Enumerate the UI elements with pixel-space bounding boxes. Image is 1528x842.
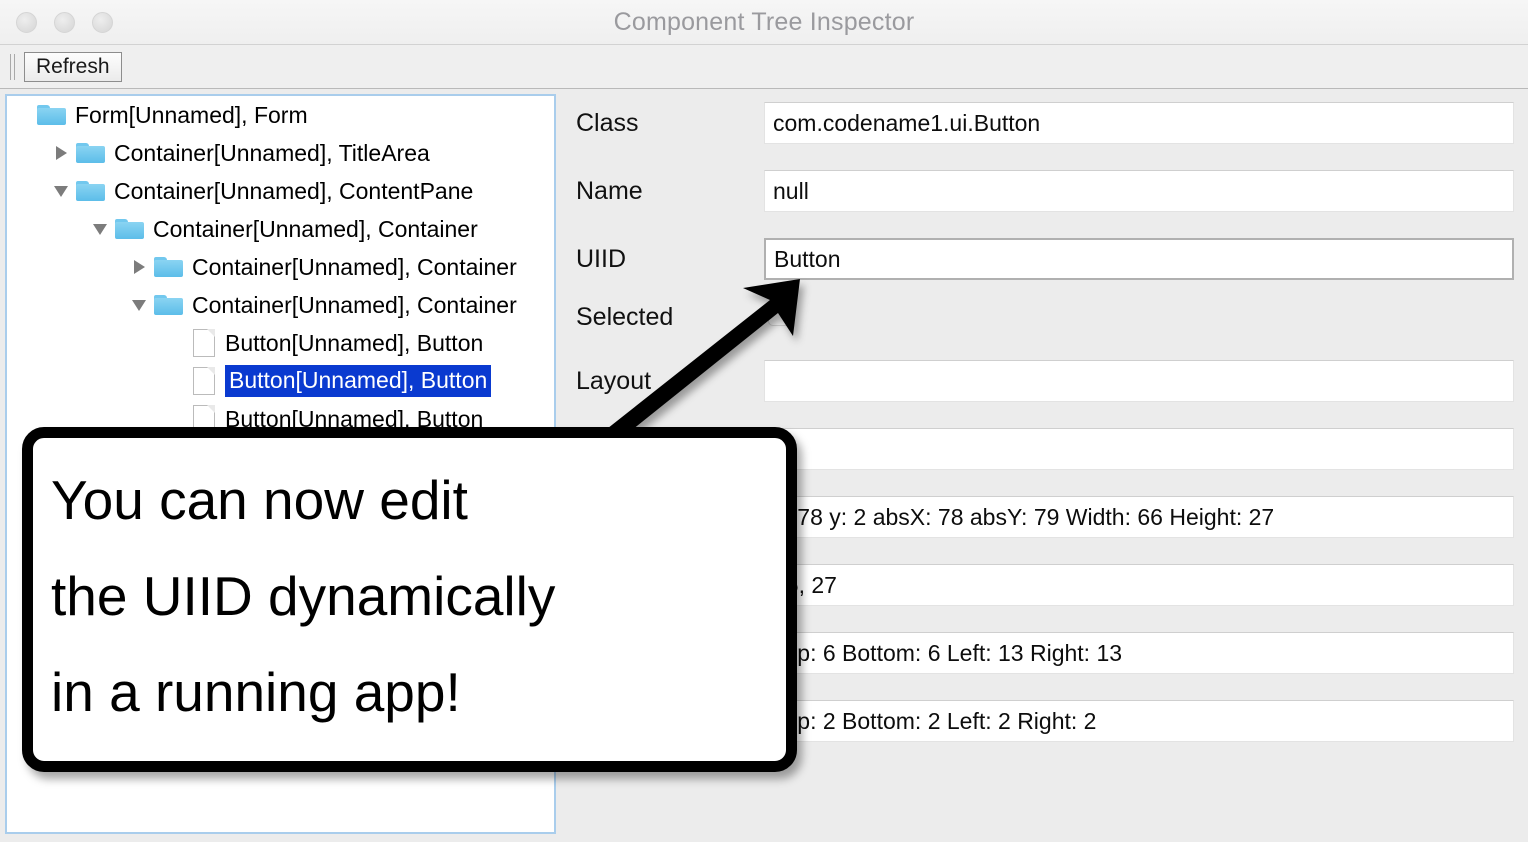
callout-line: the UIID dynamically	[51, 548, 786, 644]
twisty-spacer	[167, 362, 193, 400]
property-value-input[interactable]	[764, 428, 1514, 470]
tree-node-label: Form[Unnamed], Form	[75, 102, 312, 129]
property-value-input[interactable]: x: 78 y: 2 absX: 78 absY: 79 Width: 66 H…	[764, 496, 1514, 538]
drag-handle-icon[interactable]	[8, 54, 17, 80]
folder-icon	[115, 217, 145, 241]
property-label: UIID	[576, 242, 626, 276]
tree-node-label: Container[Unnamed], ContentPane	[114, 178, 477, 205]
tree-node-label: Container[Unnamed], TitleArea	[114, 140, 434, 167]
tree-node[interactable]: Button[Unnamed], Button	[7, 324, 554, 362]
property-label: Selected	[576, 300, 673, 334]
twisty-spacer	[11, 96, 37, 134]
app-window: Component Tree Inspector Refresh Form[Un…	[0, 0, 1528, 842]
property-value-input[interactable]: com.codename1.ui.Button	[764, 102, 1514, 144]
property-row: Class com.codename1.ui.Button	[560, 100, 1528, 146]
property-value-input[interactable]: Top: 6 Bottom: 6 Left: 13 Right: 13	[764, 632, 1514, 674]
file-icon	[193, 329, 215, 357]
tree-node-label: Container[Unnamed], Container	[192, 292, 521, 319]
folder-icon	[154, 255, 184, 279]
property-label: Name	[576, 174, 643, 208]
property-row: Name null	[560, 168, 1528, 214]
property-value-input[interactable]	[764, 360, 1514, 402]
callout-line: You can now edit	[51, 452, 786, 548]
refresh-button[interactable]: Refresh	[24, 52, 122, 82]
property-value-input[interactable]: 66, 27	[764, 564, 1514, 606]
property-value-input[interactable]: Top: 2 Bottom: 2 Left: 2 Right: 2	[764, 700, 1514, 742]
tree-node[interactable]: Container[Unnamed], Container	[7, 286, 554, 324]
chevron-right-icon[interactable]	[128, 248, 154, 286]
toolbar: Refresh	[0, 45, 1528, 89]
folder-icon	[154, 293, 184, 317]
selected-checkbox[interactable]	[768, 300, 794, 326]
tree-node[interactable]: Form[Unnamed], Form	[7, 96, 554, 134]
chevron-down-icon[interactable]	[89, 210, 115, 248]
property-label: Layout	[576, 364, 651, 398]
property-row: UIID Button	[560, 236, 1528, 282]
chevron-down-icon[interactable]	[128, 286, 154, 324]
property-label: Class	[576, 106, 639, 140]
chevron-down-icon[interactable]	[50, 172, 76, 210]
window-titlebar: Component Tree Inspector	[0, 0, 1528, 45]
tree-node[interactable]: Container[Unnamed], Container	[7, 210, 554, 248]
folder-icon	[37, 103, 67, 127]
callout-box: You can now edit the UIID dynamically in…	[22, 427, 797, 772]
file-icon	[193, 367, 215, 395]
twisty-spacer	[167, 324, 193, 362]
property-row: Selected	[560, 294, 1528, 340]
tree-node-label: Container[Unnamed], Container	[192, 254, 521, 281]
tree-node[interactable]: Container[Unnamed], TitleArea	[7, 134, 554, 172]
tree-node[interactable]: Container[Unnamed], Container	[7, 248, 554, 286]
property-value-input[interactable]: null	[764, 170, 1514, 212]
window-title: Component Tree Inspector	[0, 0, 1528, 45]
tree-node-label: Container[Unnamed], Container	[153, 216, 482, 243]
folder-icon	[76, 141, 106, 165]
chevron-right-icon[interactable]	[50, 134, 76, 172]
property-value-input[interactable]: Button	[764, 238, 1514, 280]
callout-text: You can now edit the UIID dynamically in…	[51, 452, 786, 740]
tree-node[interactable]: Button[Unnamed], Button	[7, 362, 554, 400]
tree-node-label: Button[Unnamed], Button	[225, 365, 491, 397]
tree-node-label: Button[Unnamed], Button	[225, 330, 487, 357]
folder-icon	[76, 179, 106, 203]
tree-node[interactable]: Container[Unnamed], ContentPane	[7, 172, 554, 210]
property-row: Layout	[560, 358, 1528, 404]
callout-line: in a running app!	[51, 644, 786, 740]
